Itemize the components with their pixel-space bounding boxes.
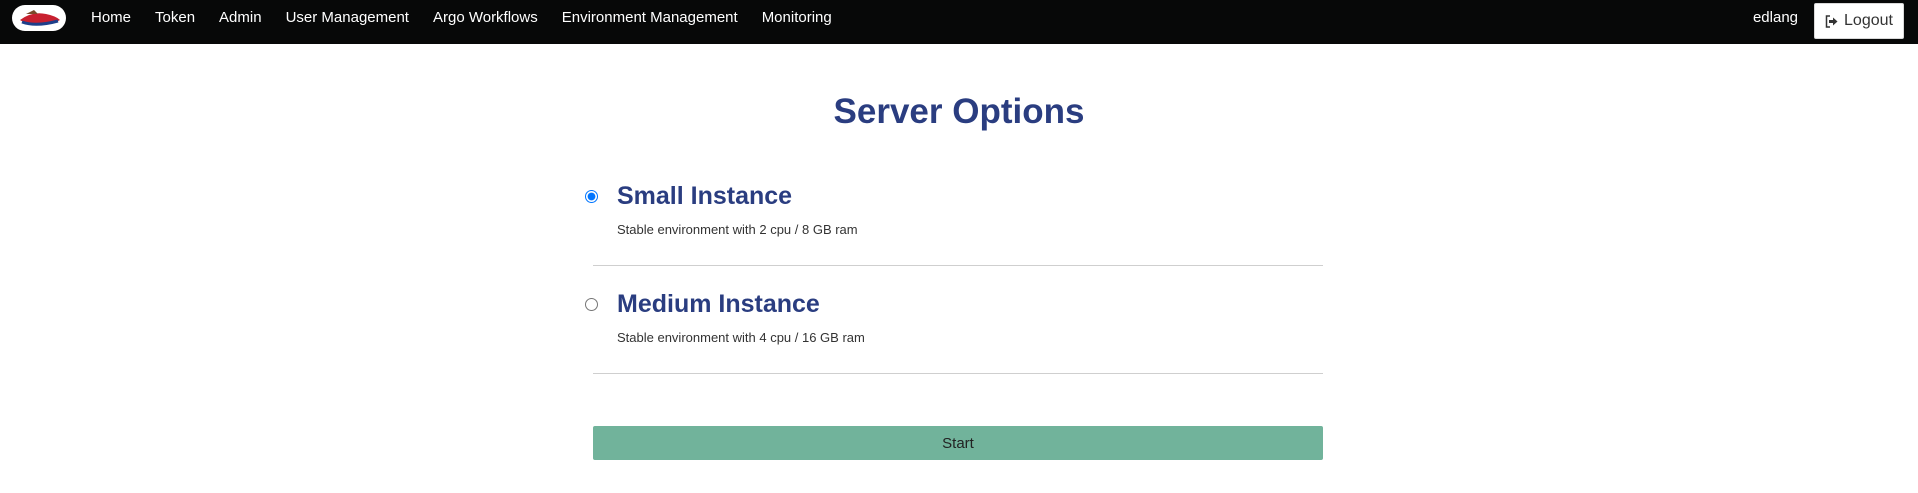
option-title: Small Instance — [617, 182, 793, 210]
option-description: Stable environment with 2 cpu / 8 GB ram — [617, 222, 858, 237]
radio-small-instance[interactable] — [585, 190, 598, 203]
nav-monitoring[interactable]: Monitoring — [750, 0, 844, 36]
nav-user-management[interactable]: User Management — [274, 0, 421, 36]
logo-icon[interactable] — [12, 5, 66, 31]
logout-label: Logout — [1844, 12, 1893, 29]
nav-environment-management[interactable]: Environment Management — [550, 0, 750, 36]
nav-links: Home Token Admin User Management Argo Wo… — [79, 0, 844, 36]
nav-admin[interactable]: Admin — [207, 0, 274, 36]
username: edlang — [1752, 9, 1798, 26]
start-button[interactable]: Start — [593, 426, 1323, 460]
nav-argo-workflows[interactable]: Argo Workflows — [421, 0, 550, 36]
sign-out-icon — [1825, 14, 1839, 28]
option-description: Stable environment with 4 cpu / 16 GB ra… — [617, 330, 865, 345]
divider — [593, 373, 1323, 374]
nav-token[interactable]: Token — [143, 0, 207, 36]
divider — [593, 265, 1323, 266]
nav-home[interactable]: Home — [79, 0, 143, 36]
logout-button[interactable]: Logout — [1814, 3, 1904, 39]
option-title: Medium Instance — [617, 290, 820, 318]
page-title: Server Options — [833, 92, 1085, 131]
radio-medium-instance[interactable] — [585, 298, 598, 311]
top-navbar: Home Token Admin User Management Argo Wo… — [0, 0, 1918, 44]
